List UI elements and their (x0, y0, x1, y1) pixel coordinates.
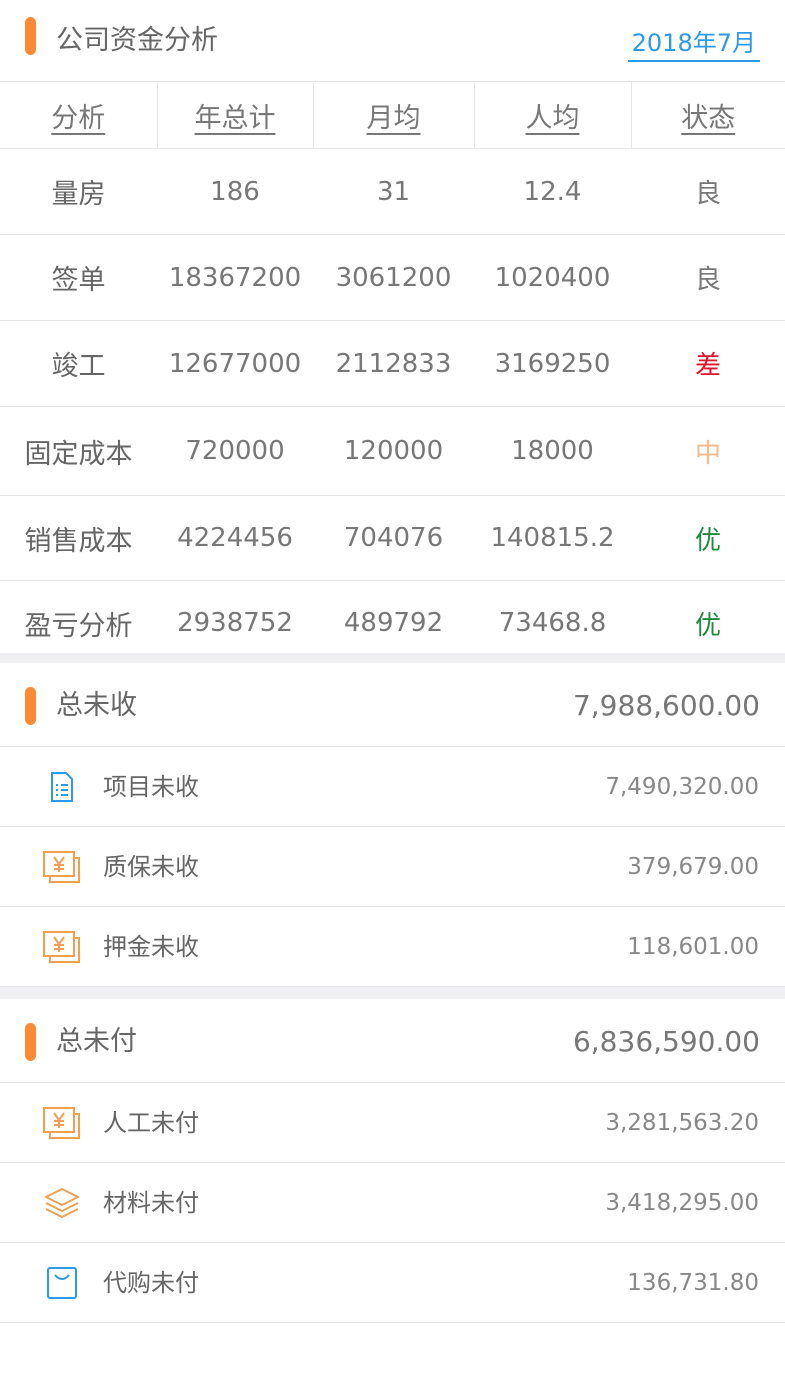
status-cell: 良 (631, 148, 785, 235)
per-person-cell: 18000 (474, 406, 631, 496)
column-header-per-person[interactable]: 人均 (474, 82, 632, 149)
row-label: 签单 (0, 234, 157, 321)
item-value: 136,731.80 (627, 1270, 759, 1296)
row-label: 销售成本 (0, 495, 157, 581)
page-title: 公司资金分析 (56, 25, 218, 56)
monthly-cell: 120000 (313, 406, 474, 496)
year-total-cell: 12677000 (157, 320, 313, 407)
payable-total: 6,836,590.00 (572, 1025, 760, 1058)
receivable-item-project[interactable]: 项目未收 7,490,320.00 (0, 747, 785, 827)
year-total-cell: 18367200 (157, 234, 313, 321)
receivable-item-warranty[interactable]: 质保未收 379,679.00 (0, 827, 785, 907)
yuan-bill-icon (43, 851, 80, 883)
list-document-icon (51, 772, 73, 802)
status-cell: 优 (631, 495, 785, 581)
table-row: 签单 18367200 3061200 1020400 良 (0, 234, 785, 321)
table-row: 量房 186 31 12.4 良 (0, 148, 785, 235)
payable-section: 总未付 6,836,590.00 人工未付 3,281,563.20 材料未付 … (0, 999, 785, 1323)
row-label: 固定成本 (0, 406, 157, 496)
monthly-cell: 31 (313, 148, 474, 235)
row-label: 竣工 (0, 320, 157, 407)
table-row: 销售成本 4224456 704076 140815.2 优 (0, 495, 785, 581)
yuan-bill-icon (43, 931, 80, 963)
item-label: 项目未收 (103, 773, 199, 801)
receivable-section: 总未收 7,988,600.00 项目未收 7,490,320.00 质保未收 … (0, 663, 785, 987)
accent-bar (25, 687, 36, 725)
per-person-cell: 3169250 (474, 320, 631, 407)
accent-bar (25, 1023, 36, 1061)
page-header: 公司资金分析 2018年7月 (0, 0, 785, 82)
date-picker-link[interactable]: 2018年7月 (627, 26, 760, 62)
year-total-cell: 186 (157, 148, 313, 235)
row-label: 量房 (0, 148, 157, 235)
item-label: 代购未付 (103, 1269, 199, 1297)
payable-item-labor[interactable]: 人工未付 3,281,563.20 (0, 1083, 785, 1163)
section-divider (0, 987, 785, 999)
per-person-cell: 140815.2 (474, 495, 631, 581)
section-divider (0, 653, 785, 663)
receivable-title: 总未收 (56, 690, 137, 721)
item-label: 人工未付 (103, 1109, 199, 1137)
table-header-row: 分析 年总计 月均 人均 状态 (0, 82, 785, 149)
item-value: 3,418,295.00 (605, 1190, 759, 1216)
analysis-table: 分析 年总计 月均 人均 状态 量房 186 31 12.4 良 签单 1836… (0, 82, 785, 665)
item-value: 3,281,563.20 (605, 1110, 759, 1136)
receivable-header[interactable]: 总未收 7,988,600.00 (0, 663, 785, 747)
receivable-item-deposit[interactable]: 押金未收 118,601.00 (0, 907, 785, 987)
item-value: 118,601.00 (627, 934, 759, 960)
layers-icon (45, 1188, 79, 1218)
table-row: 竣工 12677000 2112833 3169250 差 (0, 320, 785, 407)
status-cell: 良 (631, 234, 785, 321)
item-value: 7,490,320.00 (605, 774, 759, 800)
payable-header[interactable]: 总未付 6,836,590.00 (0, 999, 785, 1083)
status-cell: 差 (631, 320, 785, 407)
monthly-cell: 2112833 (313, 320, 474, 407)
per-person-cell: 1020400 (474, 234, 631, 321)
item-label: 质保未收 (103, 853, 199, 881)
year-total-cell: 4224456 (157, 495, 313, 581)
year-total-cell: 720000 (157, 406, 313, 496)
per-person-cell: 12.4 (474, 148, 631, 235)
column-header-year-total[interactable]: 年总计 (157, 82, 314, 149)
monthly-cell: 3061200 (313, 234, 474, 321)
payable-item-material[interactable]: 材料未付 3,418,295.00 (0, 1163, 785, 1243)
accent-bar (25, 17, 36, 55)
monthly-cell: 704076 (313, 495, 474, 581)
receivable-total: 7,988,600.00 (572, 689, 760, 722)
item-label: 材料未付 (103, 1189, 199, 1217)
status-cell: 中 (631, 406, 785, 496)
column-header-monthly[interactable]: 月均 (313, 82, 475, 149)
payable-item-purchase[interactable]: 代购未付 136,731.80 (0, 1243, 785, 1323)
table-row: 固定成本 720000 120000 18000 中 (0, 406, 785, 496)
yuan-bill-icon (43, 1107, 80, 1139)
payable-title: 总未付 (56, 1026, 137, 1057)
column-header-status[interactable]: 状态 (631, 82, 785, 149)
shopping-bag-icon (47, 1267, 77, 1299)
item-label: 押金未收 (103, 933, 199, 961)
column-header-analysis[interactable]: 分析 (0, 82, 158, 149)
item-value: 379,679.00 (627, 854, 759, 880)
